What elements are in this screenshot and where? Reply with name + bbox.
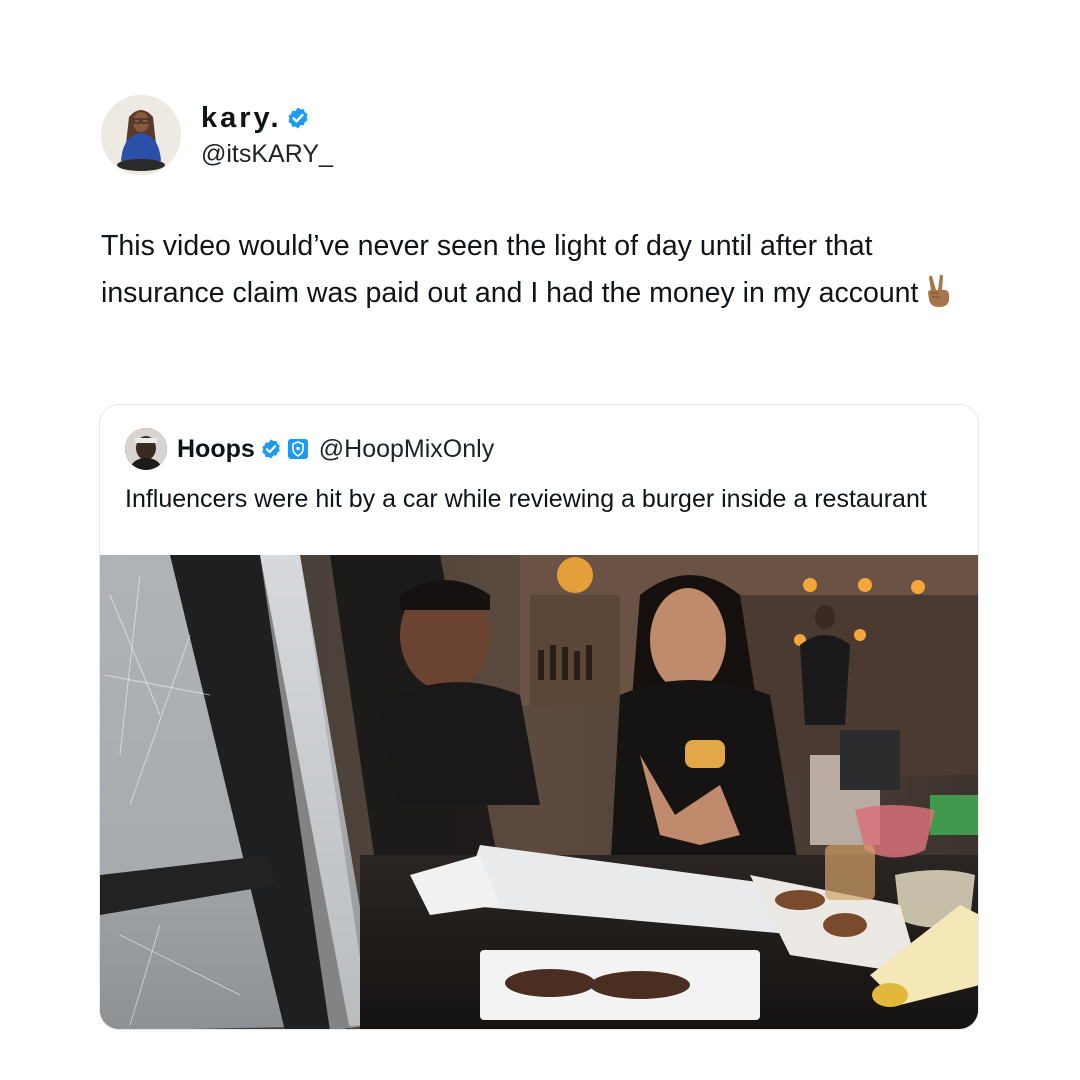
author-avatar[interactable] — [101, 95, 181, 175]
author-display-name[interactable]: kary. — [201, 101, 282, 135]
victory-hand-emoji-icon — [924, 274, 954, 323]
tweet-text: This video would’ve never seen the light… — [101, 223, 1001, 322]
tweet-author: kary. @itsKARY_ — [101, 95, 333, 175]
quoted-tweet-header: Hoops @HoopMixOnly — [125, 428, 494, 470]
shield-badge-icon — [287, 439, 308, 459]
quoted-tweet-card[interactable]: Hoops @HoopMixOnly Influencers were hit … — [99, 404, 979, 1030]
verified-badge-icon — [288, 107, 308, 129]
tweet-screenshot: kary. @itsKARY_ This video would’ve neve… — [0, 0, 1080, 1080]
quoted-author-display-name[interactable]: Hoops — [177, 435, 255, 464]
quoted-video-frame[interactable] — [100, 555, 978, 1029]
author-handle[interactable]: @itsKARY_ — [201, 139, 333, 169]
quoted-tweet-text: Influencers were hit by a car while revi… — [125, 485, 927, 513]
quoted-author-avatar[interactable] — [125, 428, 167, 470]
quoted-verified-badge-icon — [262, 439, 280, 459]
quoted-author-handle[interactable]: @HoopMixOnly — [319, 435, 494, 464]
tweet-text-content: This video would’ve never seen the light… — [101, 230, 919, 309]
